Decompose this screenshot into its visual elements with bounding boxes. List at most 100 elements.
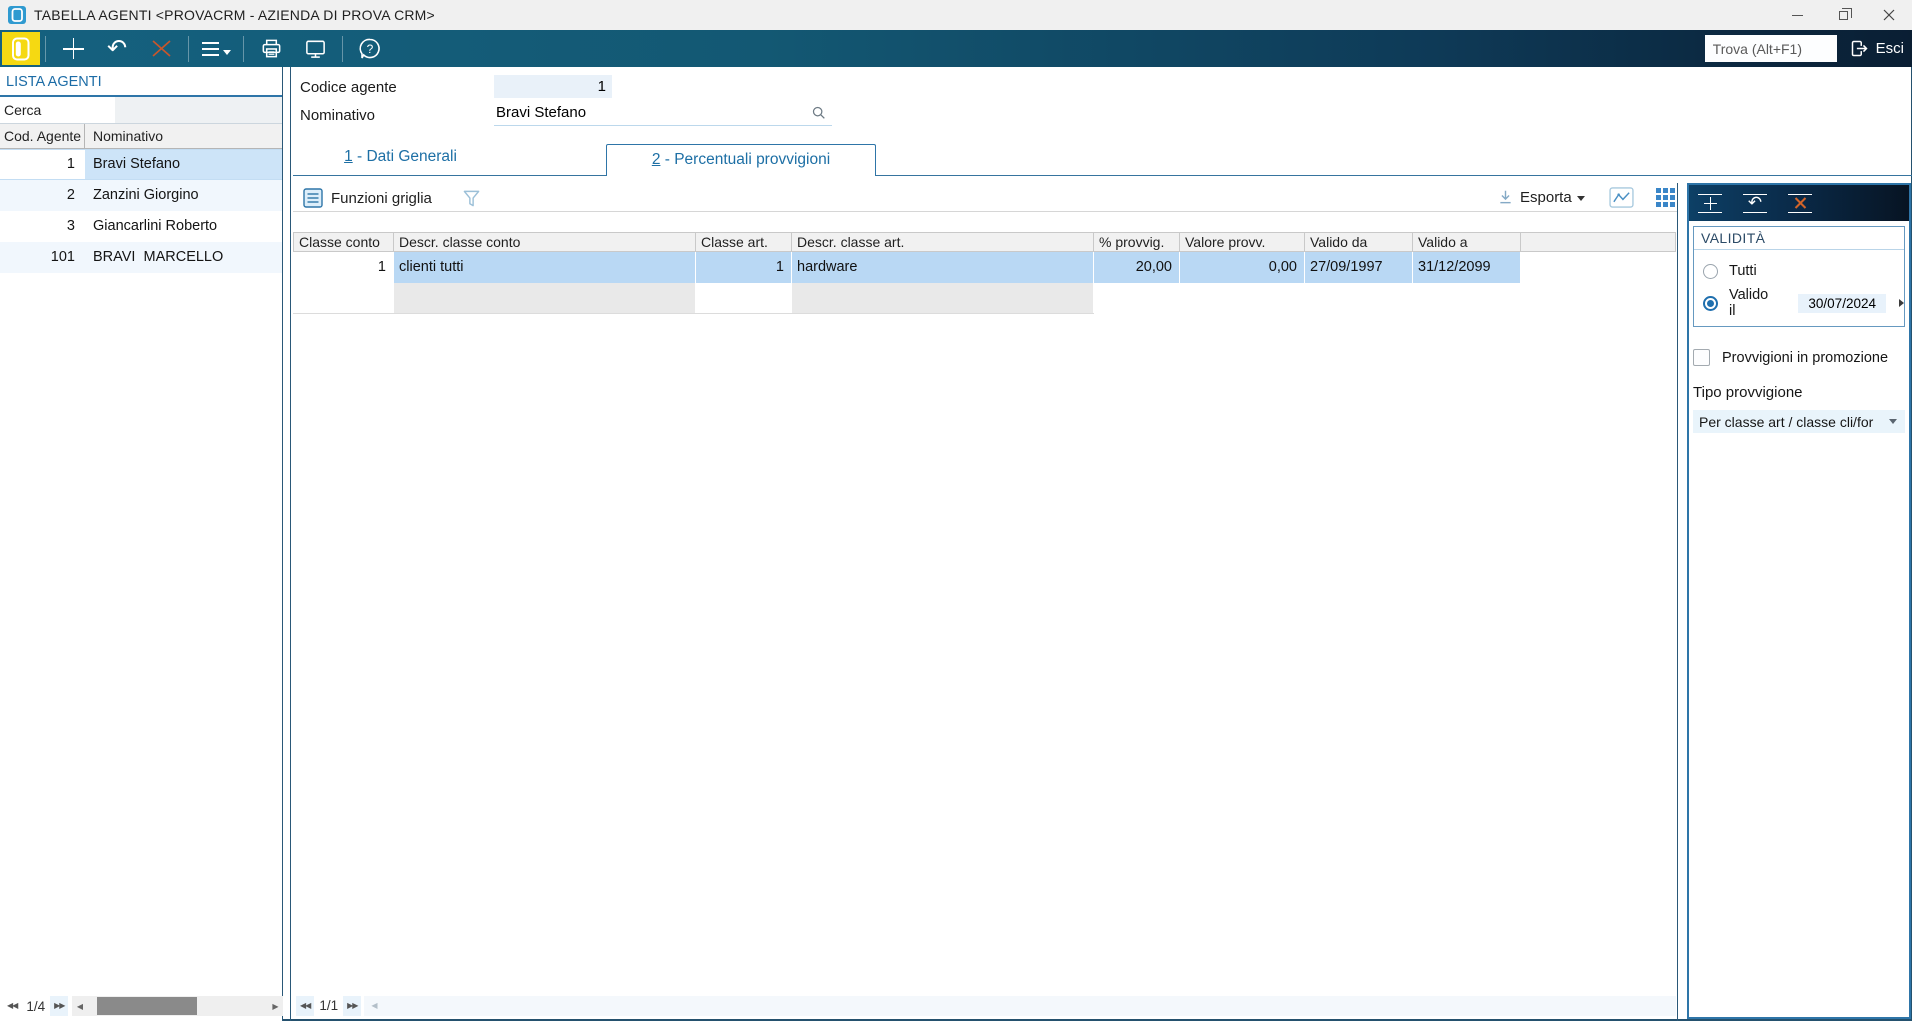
grid-cell-empty bbox=[696, 283, 792, 313]
grid-cell: 1 bbox=[696, 252, 792, 283]
sidebar-pager: ◀◀ 1/4 ▶▶ ◀ ▶ bbox=[1, 995, 283, 1017]
grid-row-empty[interactable] bbox=[293, 283, 1094, 314]
validita-title: VALIDITÀ bbox=[1694, 227, 1904, 250]
column-header-nominativo[interactable]: Nominativo bbox=[85, 124, 282, 148]
print-button[interactable] bbox=[249, 33, 293, 64]
layout-grid-icon[interactable] bbox=[1655, 187, 1675, 207]
panel-divider bbox=[1677, 183, 1678, 1021]
checkbox-unchecked-icon bbox=[1693, 349, 1710, 366]
scrollbar-track[interactable] bbox=[87, 996, 268, 1016]
scroll-left-icon[interactable]: ◀ bbox=[72, 1002, 87, 1011]
undo-button[interactable]: ↶ bbox=[95, 33, 139, 64]
agent-code-cell: 2 bbox=[66, 187, 75, 203]
toolbar-separator bbox=[243, 35, 244, 62]
menu-dropdown-button[interactable] bbox=[194, 33, 238, 64]
column-header[interactable]: Valido a bbox=[1413, 232, 1521, 252]
radio-tutti[interactable]: Tutti bbox=[1694, 260, 1904, 282]
scroll-right-icon[interactable]: ▶ bbox=[268, 1002, 283, 1011]
agent-name-cell: Bravi Stefano bbox=[85, 150, 282, 179]
download-icon bbox=[1500, 190, 1511, 203]
scrollbar-thumb[interactable] bbox=[97, 997, 198, 1015]
esporta-caret-icon[interactable] bbox=[1576, 195, 1585, 201]
grid-toolbar-right: Esporta bbox=[1496, 185, 1675, 209]
column-header-cod-agente[interactable]: Cod. Agente bbox=[0, 124, 85, 148]
column-header[interactable]: Classe art. bbox=[696, 232, 792, 252]
column-header[interactable]: Descr. classe conto bbox=[394, 232, 696, 252]
add-row-button[interactable] bbox=[1694, 193, 1726, 213]
panel-toolbar: ↶ bbox=[1689, 185, 1909, 221]
date-expand-icon[interactable] bbox=[1899, 299, 1904, 307]
agent-name-cell: Giancarlini Roberto bbox=[93, 218, 218, 234]
grid-first-page-button[interactable]: ◀◀ bbox=[296, 995, 315, 1016]
trova-input[interactable] bbox=[1704, 35, 1837, 62]
restore-icon bbox=[1838, 7, 1852, 20]
agent-row[interactable]: 2 Zanzini Giorgino bbox=[0, 180, 282, 211]
grid-cell: 27/09/1997 bbox=[1305, 252, 1413, 283]
column-header[interactable]: Valido da bbox=[1305, 232, 1413, 252]
codice-agente-field[interactable]: 1 bbox=[494, 75, 612, 98]
svg-text:?: ? bbox=[367, 42, 374, 56]
tab-label: - Percentuali provvigioni bbox=[660, 151, 831, 168]
select-caret-icon bbox=[1889, 419, 1897, 424]
delete-record-button[interactable] bbox=[139, 33, 183, 64]
minimize-button[interactable] bbox=[1774, 0, 1820, 30]
search-icon[interactable] bbox=[811, 105, 826, 120]
valido-il-date-field[interactable]: 30/07/2024 bbox=[1798, 293, 1886, 313]
sidebar-h-scrollbar: ◀ ▶ bbox=[72, 996, 283, 1016]
nominativo-field[interactable]: Bravi Stefano bbox=[494, 101, 832, 126]
sidebar-divider bbox=[290, 67, 291, 1021]
app-menu-button[interactable] bbox=[2, 32, 40, 65]
printer-icon bbox=[262, 39, 280, 58]
esci-button[interactable]: Esci bbox=[1849, 38, 1904, 59]
agent-row-selected[interactable]: 1 Bravi Stefano bbox=[0, 149, 282, 180]
detail-panel: ↶ VALIDITÀ Tutti Valido il 30/07/2024 Pr… bbox=[1687, 183, 1911, 1019]
agent-row[interactable]: 3 Giancarlini Roberto bbox=[0, 211, 282, 242]
tab-label: - Dati Generali bbox=[352, 148, 457, 165]
column-header[interactable]: Valore provv. bbox=[1180, 232, 1305, 252]
tab-percentuali-provvigioni[interactable]: 2 - Percentuali provvigioni bbox=[606, 144, 876, 176]
codice-agente-label: Codice agente bbox=[300, 79, 397, 96]
help-button[interactable]: ? bbox=[348, 33, 392, 64]
delete-x-icon bbox=[151, 40, 171, 57]
exit-icon bbox=[1851, 40, 1868, 57]
esporta-button[interactable]: Esporta bbox=[1520, 189, 1572, 206]
tab-dati-generali[interactable]: 1 - Dati Generali bbox=[318, 148, 483, 166]
column-header[interactable]: Descr. classe art. bbox=[792, 232, 1094, 252]
filter-icon[interactable] bbox=[462, 188, 481, 209]
agent-row[interactable]: 101 BRAVI MARCELLO bbox=[0, 242, 282, 273]
funzioni-griglia-button[interactable]: Funzioni griglia bbox=[331, 190, 432, 207]
grid-row-selected[interactable]: 1 clienti tutti 1 hardware 20,00 0,00 27… bbox=[293, 252, 1521, 283]
tipo-provvigione-value: Per classe art / classe cli/for bbox=[1699, 413, 1874, 430]
maximize-button[interactable] bbox=[1820, 0, 1866, 30]
grid-header-row: Classe conto Descr. classe conto Classe … bbox=[293, 232, 1676, 252]
grid-toolbar-divider bbox=[293, 211, 1677, 212]
delete-row-icon bbox=[1794, 197, 1806, 209]
column-header[interactable]: Classe conto bbox=[293, 232, 394, 252]
tab-number: 1 bbox=[344, 148, 353, 165]
tipo-provvigione-select[interactable]: Per classe art / classe cli/for bbox=[1693, 410, 1905, 433]
sidebar-search-input[interactable]: Cerca bbox=[0, 97, 282, 124]
agent-code-cell: 101 bbox=[50, 249, 75, 265]
toolbar-separator bbox=[45, 35, 46, 62]
first-page-button[interactable]: ◀◀ bbox=[3, 996, 21, 1016]
undo-row-button[interactable]: ↶ bbox=[1739, 193, 1771, 213]
close-button[interactable] bbox=[1866, 0, 1912, 30]
chart-icon[interactable] bbox=[1609, 186, 1634, 208]
grid-page-indicator: 1/1 bbox=[319, 998, 339, 1013]
agent-name-cell: Zanzini Giorgino bbox=[93, 187, 199, 203]
sidebar-page-indicator: 1/4 bbox=[26, 998, 46, 1014]
radio-valido-il[interactable]: Valido il 30/07/2024 bbox=[1694, 287, 1904, 319]
agent-name-cell: BRAVI MARCELLO bbox=[93, 249, 224, 265]
grid-h-scrollbar[interactable]: ◀ bbox=[364, 995, 1676, 1016]
sidebar-title: LISTA AGENTI bbox=[0, 67, 282, 97]
radio-checked-icon bbox=[1703, 295, 1718, 311]
column-header[interactable]: % provvig. bbox=[1094, 232, 1180, 252]
delete-row-button[interactable] bbox=[1784, 193, 1816, 213]
promozione-checkbox-row[interactable]: Provvigioni in promozione bbox=[1689, 349, 1909, 366]
print-preview-button[interactable] bbox=[293, 33, 337, 64]
grid-last-page-button[interactable]: ▶▶ bbox=[343, 995, 362, 1016]
grid-toolbar-left: Funzioni griglia bbox=[303, 186, 481, 210]
app-logo-icon bbox=[8, 6, 26, 24]
new-record-button[interactable] bbox=[51, 33, 95, 64]
last-page-button[interactable]: ▶▶ bbox=[50, 996, 69, 1016]
